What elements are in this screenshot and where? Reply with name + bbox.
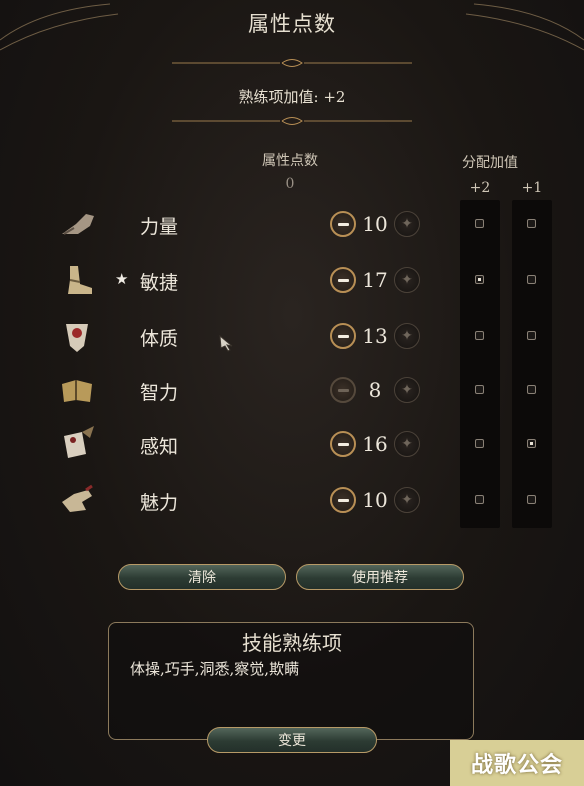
- increase-button[interactable]: ✦: [394, 267, 420, 293]
- decrease-button[interactable]: [330, 323, 356, 349]
- decrease-button[interactable]: [330, 211, 356, 237]
- clear-button[interactable]: 清除: [118, 564, 286, 590]
- plus1-checkbox[interactable]: [527, 331, 536, 340]
- minus-icon: [337, 222, 349, 226]
- charisma-hand-icon: [62, 484, 93, 512]
- intelligence-book-icon: [62, 380, 92, 402]
- plus1-column: [512, 200, 552, 528]
- plus-icon: ✦: [401, 216, 413, 232]
- ability-name: 敏捷: [140, 272, 179, 294]
- plus1-checkbox[interactable]: [527, 439, 536, 448]
- plus-icon: ✦: [401, 492, 413, 508]
- increase-button[interactable]: ✦: [394, 487, 420, 513]
- plus-icon: ✦: [401, 382, 413, 398]
- dexterity-boot-icon: [68, 266, 92, 294]
- decrease-button[interactable]: [330, 431, 356, 457]
- ability-score: 17: [362, 268, 388, 292]
- strength-arm-icon: [62, 214, 94, 235]
- page-title: 属性点数: [248, 12, 336, 36]
- plus1-checkbox[interactable]: [527, 495, 536, 504]
- ability-name: 体质: [140, 328, 179, 350]
- title-divider-flourish: [172, 59, 412, 67]
- proficiency-bonus: 熟练项加值: +2: [238, 88, 346, 106]
- plus2-checkbox[interactable]: [475, 275, 484, 284]
- plus2-column: [460, 200, 500, 528]
- plus1-header: +1: [521, 180, 543, 196]
- use-recommended-button[interactable]: 使用推荐: [296, 564, 464, 590]
- minus-icon: [337, 388, 349, 392]
- plus2-checkbox[interactable]: [475, 495, 484, 504]
- ability-score: 13: [362, 324, 388, 348]
- ability-name: 智力: [140, 382, 179, 404]
- ability-score: 16: [362, 432, 388, 456]
- plus1-checkbox[interactable]: [527, 219, 536, 228]
- plus-icon: ✦: [401, 272, 413, 288]
- skills-list: 体操,巧手,洞悉,察觉,欺瞒: [130, 660, 300, 678]
- ability-name: 感知: [140, 436, 179, 458]
- ability-score: 8: [368, 378, 382, 402]
- decrease-button[interactable]: [330, 487, 356, 513]
- increase-button[interactable]: ✦: [394, 377, 420, 403]
- plus1-checkbox[interactable]: [527, 275, 536, 284]
- increase-button[interactable]: ✦: [394, 211, 420, 237]
- minus-icon: [337, 442, 349, 446]
- increase-button[interactable]: ✦: [394, 431, 420, 457]
- minus-icon: [337, 334, 349, 338]
- minus-icon: [337, 278, 349, 282]
- plus2-checkbox[interactable]: [475, 439, 484, 448]
- bonus-divider-flourish: [172, 117, 412, 125]
- plus2-header: +2: [469, 180, 491, 196]
- watermark-logo: 战歌公会: [450, 740, 584, 786]
- points-remaining: 0: [285, 176, 295, 192]
- decrease-button[interactable]: [330, 267, 356, 293]
- increase-button[interactable]: ✦: [394, 323, 420, 349]
- plus-icon: ✦: [401, 436, 413, 452]
- plus2-checkbox[interactable]: [475, 385, 484, 394]
- plus-icon: ✦: [401, 328, 413, 344]
- skills-panel-title: 技能熟练项: [242, 631, 342, 655]
- plus2-checkbox[interactable]: [475, 331, 484, 340]
- mouse-cursor-icon: [219, 334, 233, 352]
- primary-ability-star-icon: ★: [115, 270, 129, 288]
- ability-name: 力量: [140, 216, 179, 238]
- ability-score: 10: [362, 488, 388, 512]
- ability-name: 魅力: [140, 492, 179, 514]
- wisdom-scroll-icon: [64, 426, 94, 458]
- change-button[interactable]: 变更: [207, 727, 377, 753]
- ability-score: 10: [362, 212, 388, 236]
- constitution-heart-icon: [66, 324, 88, 352]
- plus2-checkbox[interactable]: [475, 219, 484, 228]
- allocation-header: 分配加值: [462, 155, 518, 171]
- decrease-button[interactable]: [330, 377, 356, 403]
- points-header: 属性点数: [262, 153, 318, 169]
- plus1-checkbox[interactable]: [527, 385, 536, 394]
- minus-icon: [337, 498, 349, 502]
